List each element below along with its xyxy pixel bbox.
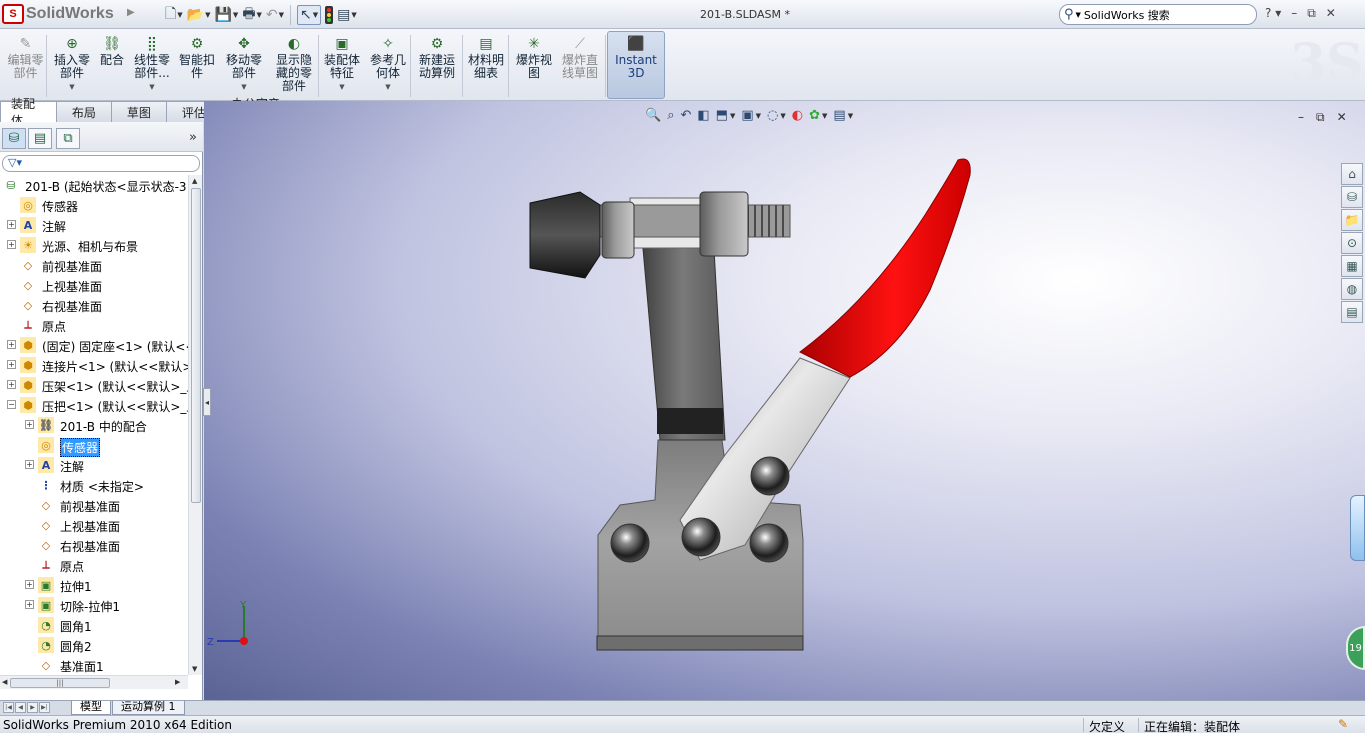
next-tab-icon[interactable]: ▶: [27, 702, 38, 713]
arm-band: [657, 408, 723, 434]
y-axis-label: Y: [239, 600, 247, 611]
definition-status: 欠定义: [1089, 720, 1126, 733]
display-style-icon[interactable]: ▣: [741, 108, 753, 123]
z-axis-label: Z: [207, 637, 214, 648]
prev-tab-icon[interactable]: ◀: [15, 702, 26, 713]
bottom-tab-bar: |◀ ◀ ▶ ▶| 模型 运动算例 1: [0, 700, 1365, 715]
rubber-spindle-tip: [529, 191, 601, 279]
editing-status: 正在编辑：装配体: [1144, 720, 1241, 733]
last-tab-icon[interactable]: ▶|: [39, 702, 50, 713]
apply-scene-icon[interactable]: ✿: [809, 108, 820, 123]
file-explorer-icon[interactable]: 📁: [1341, 209, 1363, 231]
base-foot: [596, 635, 804, 651]
task-pane-handle[interactable]: [1350, 495, 1365, 561]
custom-properties-icon[interactable]: ▤: [1341, 301, 1363, 323]
hex-nut-right: [699, 191, 749, 257]
zoom-to-area-icon[interactable]: ⌕: [667, 108, 674, 123]
pivot-rivet: [750, 456, 790, 496]
tab-navigation: |◀ ◀ ▶ ▶|: [3, 702, 50, 713]
appearances-icon[interactable]: ◍: [1341, 278, 1363, 300]
restore-icon[interactable]: ⧉: [1316, 110, 1325, 125]
tab-motion-study[interactable]: 运动算例 1: [112, 701, 185, 715]
view-palette-icon[interactable]: ▦: [1341, 255, 1363, 277]
view-orientation-icon[interactable]: ⬒: [716, 108, 728, 123]
product-edition: SolidWorks Premium 2010 x64 Edition: [3, 718, 232, 732]
zoom-to-fit-icon[interactable]: 🔍: [645, 108, 661, 123]
pivot-rivet: [749, 523, 789, 563]
status-bar: SolidWorks Premium 2010 x64 Edition 欠定义 …: [0, 715, 1365, 733]
viewport-window-controls: – ⧉ ✕: [1298, 110, 1347, 125]
reference-triad: Y Z: [207, 600, 248, 648]
view-settings-icon[interactable]: ▤: [833, 108, 845, 123]
red-handle-grip: [799, 158, 971, 378]
close-icon[interactable]: ✕: [1337, 110, 1347, 125]
task-pane-tabs: ⌂ ⛁ 📁 ⊙ ▦ ◍ ▤: [1341, 163, 1365, 323]
pivot-rivet: [681, 517, 721, 557]
pivot-rivet: [610, 523, 650, 563]
section-view-icon[interactable]: ◧: [697, 108, 709, 123]
hide-show-items-icon[interactable]: ◌: [767, 108, 778, 123]
home-icon[interactable]: ⌂: [1341, 163, 1363, 185]
minimize-icon[interactable]: –: [1298, 110, 1304, 125]
heads-up-view-toolbar: 🔍 ⌕ ↶ ◧ ⬒ ▼ ▣ ▼ ◌ ▼ ◐ ✿ ▼ ▤ ▼: [645, 108, 854, 123]
edit-appearance-icon[interactable]: ◐: [792, 108, 803, 123]
quick-tips-icon[interactable]: ✎: [1338, 717, 1348, 731]
hex-nut-left: [601, 201, 635, 259]
first-tab-icon[interactable]: |◀: [3, 702, 14, 713]
design-library-icon[interactable]: ⛁: [1341, 186, 1363, 208]
search-results-icon[interactable]: ⊙: [1341, 232, 1363, 254]
tab-model[interactable]: 模型: [71, 701, 111, 715]
previous-view-icon[interactable]: ↶: [680, 108, 691, 123]
